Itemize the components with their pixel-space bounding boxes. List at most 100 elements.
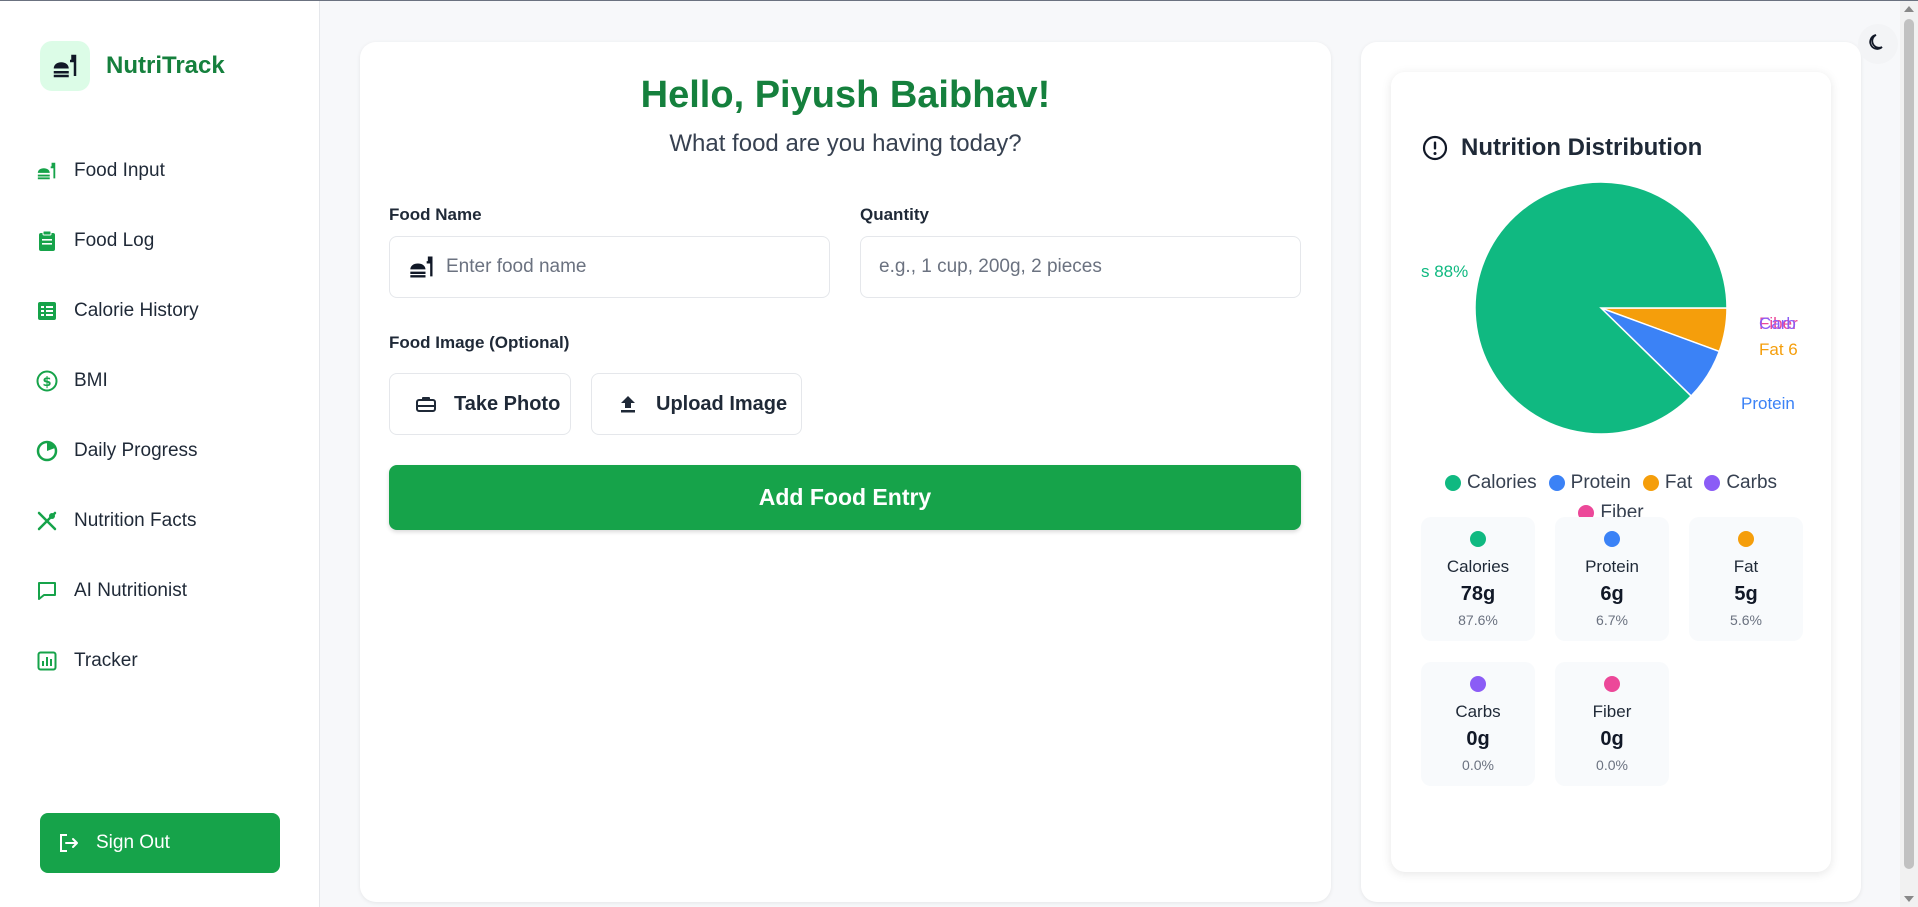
scrollbar[interactable]	[1900, 1, 1918, 907]
nutrition-panel: Nutrition Distribution s 88% Fiber Carb …	[1361, 42, 1861, 902]
stat-value: 5g	[1734, 583, 1758, 605]
stat-color-dot	[1738, 531, 1754, 547]
brand-name: NutriTrack	[106, 52, 225, 79]
stat-percent: 87.6%	[1458, 612, 1498, 628]
sidebar-item-label: Food Input	[74, 160, 165, 181]
sidebar-item-label: Calorie History	[74, 300, 199, 321]
food-input-card: Hello, Piyush Baibhav! What food are you…	[360, 42, 1331, 902]
sidebar-item-calorie-history[interactable]: Calorie History	[34, 276, 304, 346]
sidebar-item-ai-nutritionist[interactable]: AI Nutritionist	[34, 556, 304, 626]
sign-out-label: Sign Out	[96, 832, 170, 853]
chat-icon	[34, 578, 60, 604]
stat-card-fat: Fat 5g 5.6%	[1689, 517, 1803, 641]
svg-text:$: $	[42, 375, 51, 390]
stat-color-dot	[1604, 676, 1620, 692]
sidebar-item-nutrition-facts[interactable]: Nutrition Facts	[34, 486, 304, 556]
nutrition-distribution-card: Nutrition Distribution s 88% Fiber Carb …	[1391, 72, 1831, 872]
legend-swatch	[1642, 475, 1659, 491]
quantity-input[interactable]	[879, 256, 1300, 278]
pie-label-calories: s 88%	[1421, 262, 1468, 281]
stat-name: Protein	[1585, 557, 1639, 576]
page-title: Hello, Piyush Baibhav!	[640, 74, 1051, 116]
add-food-entry-button[interactable]: Add Food Entry	[389, 465, 1301, 530]
stat-percent: 0.0%	[1462, 757, 1494, 773]
sidebar-item-daily-progress[interactable]: Daily Progress	[34, 416, 304, 486]
sign-out-button[interactable]: Sign Out	[40, 813, 280, 873]
stat-percent: 0.0%	[1596, 757, 1628, 773]
take-photo-label: Take Photo	[454, 392, 561, 415]
food-image-label: Food Image (Optional)	[389, 333, 570, 352]
food-name-label: Food Name	[389, 205, 482, 224]
stat-name: Fiber	[1592, 702, 1632, 721]
pie-label-carbs: Carb	[1759, 314, 1796, 333]
legend-item-calories[interactable]: Calories	[1444, 472, 1537, 494]
stat-name: Calories	[1446, 557, 1510, 576]
sidebar: NutriTrack Food Input Food Log Calorie H…	[0, 1, 320, 907]
food-name-field[interactable]	[389, 236, 830, 298]
take-photo-button[interactable]: Take Photo	[389, 373, 571, 435]
alert-circle-icon	[1421, 134, 1449, 162]
pie-label-fat: Fat 6	[1759, 340, 1798, 359]
stat-color-dot	[1470, 531, 1486, 547]
sign-out-icon	[56, 830, 82, 856]
utensils-icon	[34, 508, 60, 534]
legend-label: Fat	[1664, 472, 1693, 493]
food-icon	[408, 253, 436, 281]
sidebar-nav: Food Input Food Log Calorie History $ BM…	[34, 136, 304, 696]
stat-name: Fat	[1733, 557, 1759, 576]
legend-label: Carbs	[1726, 472, 1778, 493]
legend-swatch	[1704, 475, 1721, 491]
food-name-input[interactable]	[446, 256, 829, 278]
legend-label: Calories	[1466, 472, 1537, 493]
quantity-label: Quantity	[860, 205, 929, 224]
nutrition-distribution-title: Nutrition Distribution	[1421, 134, 1702, 162]
sidebar-item-label: Food Log	[74, 230, 155, 251]
sidebar-item-label: Nutrition Facts	[74, 510, 197, 531]
stat-color-dot	[1470, 676, 1486, 692]
stat-card-calories: Calories 78g 87.6%	[1421, 517, 1535, 641]
legend-item-protein[interactable]: Protein	[1548, 472, 1631, 494]
stat-value: 0g	[1466, 728, 1490, 750]
stat-percent: 5.6%	[1730, 612, 1762, 628]
stat-card-protein: Protein 6g 6.7%	[1555, 517, 1669, 641]
legend-item-carbs[interactable]: Carbs	[1704, 472, 1777, 494]
sidebar-item-bmi[interactable]: $ BMI	[34, 346, 304, 416]
food-icon	[34, 158, 60, 184]
stat-value: 6g	[1600, 583, 1624, 605]
legend-swatch	[1444, 475, 1461, 491]
upload-image-button[interactable]: Upload Image	[591, 373, 802, 435]
sidebar-item-label: Tracker	[74, 650, 138, 671]
theme-toggle-button[interactable]	[1858, 24, 1898, 64]
legend-label: Protein	[1570, 472, 1631, 493]
sidebar-item-label: Daily Progress	[74, 440, 198, 461]
brand[interactable]: NutriTrack	[40, 41, 225, 91]
pie-label-protein: Protein	[1741, 394, 1795, 413]
sidebar-item-food-input[interactable]: Food Input	[34, 136, 304, 206]
scroll-down-arrow-icon[interactable]	[1904, 896, 1914, 902]
stat-card-carbs: Carbs 0g 0.0%	[1421, 662, 1535, 786]
stat-card-fiber: Fiber 0g 0.0%	[1555, 662, 1669, 786]
stat-value: 78g	[1460, 583, 1496, 605]
nutrition-pie-chart: s 88% Fiber Carb Fat 6 Protein	[1421, 182, 1798, 435]
legend-swatch	[1548, 475, 1565, 491]
sidebar-item-label: AI Nutritionist	[74, 580, 187, 601]
stat-name: Carbs	[1455, 702, 1501, 721]
bar-chart-icon	[34, 648, 60, 674]
stat-value: 0g	[1600, 728, 1624, 750]
upload-image-label: Upload Image	[656, 392, 788, 415]
stat-percent: 6.7%	[1596, 612, 1628, 628]
sidebar-item-food-log[interactable]: Food Log	[34, 206, 304, 276]
sidebar-item-tracker[interactable]: Tracker	[34, 626, 304, 696]
dollar-circle-icon: $	[34, 368, 60, 394]
upload-icon	[616, 392, 640, 416]
stat-color-dot	[1604, 531, 1620, 547]
pie-slice-calories[interactable]	[1474, 182, 1728, 435]
scrollbar-thumb[interactable]	[1904, 19, 1914, 869]
camera-icon	[414, 392, 438, 416]
nutrition-distribution-title-text: Nutrition Distribution	[1461, 134, 1703, 161]
scroll-up-arrow-icon[interactable]	[1904, 6, 1914, 12]
legend-item-fat[interactable]: Fat	[1642, 472, 1693, 494]
quantity-field[interactable]	[860, 236, 1301, 298]
brand-logo-icon	[40, 41, 90, 91]
page-subtitle: What food are you having today?	[669, 130, 1022, 157]
